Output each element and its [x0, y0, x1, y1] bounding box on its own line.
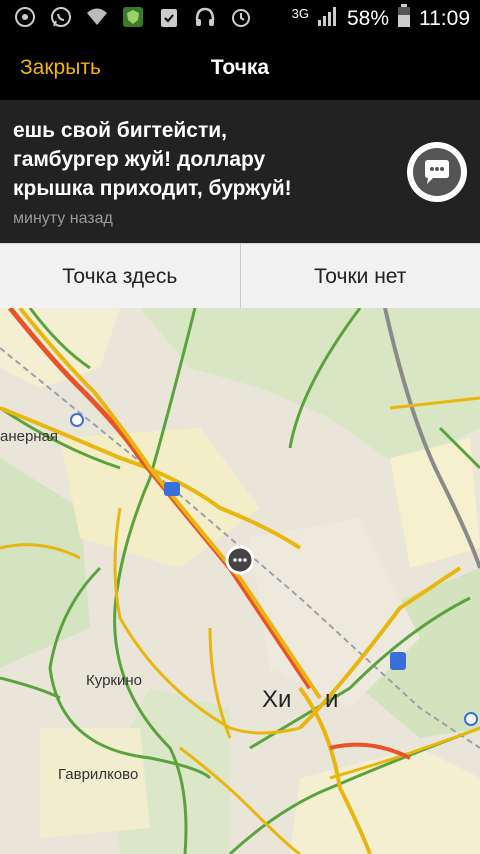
point-here-button[interactable]: Точка здесь: [0, 244, 240, 309]
map-label: Хи: [262, 686, 292, 713]
action-buttons: Точка здесь Точки нет: [0, 243, 480, 310]
status-bar: 3G 58% 11:09: [0, 0, 480, 38]
map-label: Куркино: [86, 672, 142, 689]
battery-percent: 58%: [346, 7, 389, 30]
no-point-button[interactable]: Точки нет: [239, 244, 480, 309]
shield-app-icon: [122, 6, 144, 28]
map-label: и: [325, 686, 339, 713]
top-bar: Закрыть Точка: [0, 38, 480, 100]
message-time: минуту назад: [13, 210, 113, 227]
whatsapp-icon: [50, 6, 72, 28]
clipboard-icon: [158, 6, 180, 28]
chat-bubble-icon: [413, 148, 461, 196]
signal-icon: [317, 5, 339, 33]
map-label: Гаврилково: [58, 766, 139, 783]
accessibility-icon: [14, 6, 36, 28]
alarm-icon: [230, 6, 252, 28]
battery-icon: [397, 4, 411, 34]
wifi-icon: [86, 6, 108, 28]
network-type: 3G: [291, 5, 309, 21]
page-title: Точка: [210, 56, 270, 79]
message-text: ешь свой бигтейсти, гамбургер жуй! долла…: [13, 119, 292, 200]
map-view[interactable]: анерная Куркино Гаврилково Хи и: [0, 308, 480, 854]
headset-icon: [194, 6, 216, 28]
chat-button[interactable]: [407, 142, 467, 202]
map-label: анерная: [0, 428, 59, 445]
clock: 11:09: [419, 7, 470, 30]
